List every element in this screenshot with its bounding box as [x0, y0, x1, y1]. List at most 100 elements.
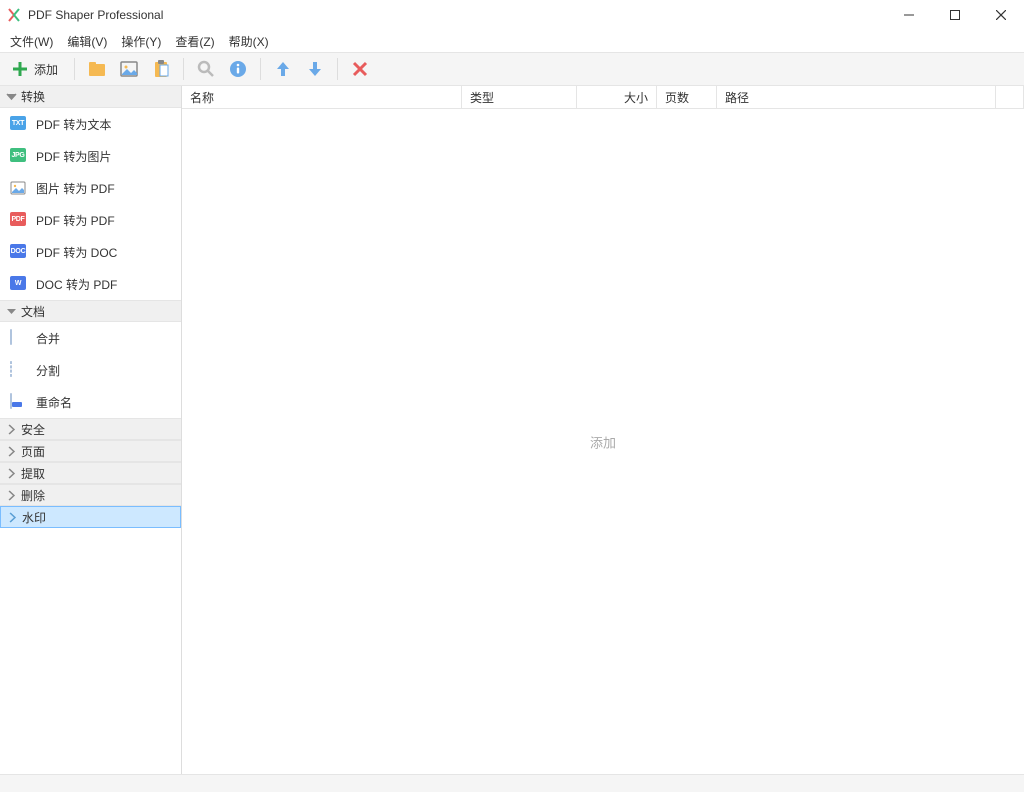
item-label: PDF 转为 PDF	[36, 212, 115, 229]
remove-button[interactable]	[346, 55, 374, 83]
clipboard-icon	[151, 59, 171, 79]
sidebar-item-pdf-to-doc[interactable]: DOC PDF 转为 DOC	[0, 236, 181, 268]
paste-button[interactable]	[147, 55, 175, 83]
item-label: PDF 转为图片	[36, 148, 111, 165]
separator	[337, 58, 338, 80]
menu-view[interactable]: 查看(Z)	[169, 31, 220, 52]
menu-action[interactable]: 操作(Y)	[115, 31, 167, 52]
word-icon: W	[10, 276, 26, 292]
search-icon	[196, 59, 216, 79]
add-button[interactable]: 添加	[6, 55, 66, 83]
column-pages[interactable]: 页数	[657, 86, 717, 108]
rename-icon	[10, 394, 26, 410]
status-bar	[0, 774, 1024, 792]
category-label: 转换	[21, 88, 45, 105]
category-document[interactable]: 文档	[0, 300, 181, 322]
item-label: PDF 转为 DOC	[36, 244, 117, 261]
main-area: 转换 TXT PDF 转为文本 JPG PDF 转为图片 图片 转为 PDF P…	[0, 86, 1024, 774]
add-label: 添加	[34, 61, 58, 78]
document-items: 合并 分割 重命名	[0, 322, 181, 418]
close-button[interactable]	[978, 0, 1024, 30]
folder-icon	[87, 59, 107, 79]
column-type[interactable]: 类型	[462, 86, 577, 108]
category-label: 提取	[21, 465, 45, 482]
chevron-right-icon	[6, 424, 17, 435]
page-icon	[10, 330, 26, 346]
column-path[interactable]: 路径	[717, 86, 996, 108]
category-label: 水印	[22, 509, 46, 526]
content-area: 名称 类型 大小 页数 路径 添加	[182, 86, 1024, 774]
category-page[interactable]: 页面	[0, 440, 181, 462]
pdf-icon: PDF	[10, 212, 26, 228]
move-down-button[interactable]	[301, 55, 329, 83]
item-label: 分割	[36, 362, 60, 379]
separator	[260, 58, 261, 80]
sidebar-item-rename[interactable]: 重命名	[0, 386, 181, 418]
sidebar-item-pdf-to-pdf[interactable]: PDF PDF 转为 PDF	[0, 204, 181, 236]
category-label: 安全	[21, 421, 45, 438]
arrow-down-icon	[305, 59, 325, 79]
sidebar-item-pdf-to-image[interactable]: JPG PDF 转为图片	[0, 140, 181, 172]
info-button[interactable]	[224, 55, 252, 83]
title-bar: PDF Shaper Professional	[0, 0, 1024, 30]
category-extract[interactable]: 提取	[0, 462, 181, 484]
category-label: 删除	[21, 487, 45, 504]
sidebar-item-merge[interactable]: 合并	[0, 322, 181, 354]
chevron-down-icon	[6, 306, 17, 317]
list-header: 名称 类型 大小 页数 路径	[182, 86, 1024, 109]
sidebar-item-pdf-to-text[interactable]: TXT PDF 转为文本	[0, 108, 181, 140]
window-title: PDF Shaper Professional	[28, 8, 886, 22]
item-label: 图片 转为 PDF	[36, 180, 115, 197]
column-size[interactable]: 大小	[577, 86, 657, 108]
chevron-right-icon	[6, 490, 17, 501]
x-icon	[350, 59, 370, 79]
maximize-button[interactable]	[932, 0, 978, 30]
menu-bar: 文件(W) 编辑(V) 操作(Y) 查看(Z) 帮助(X)	[0, 30, 1024, 52]
toolbar: 添加	[0, 52, 1024, 86]
item-label: 合并	[36, 330, 60, 347]
category-convert[interactable]: 转换	[0, 86, 181, 108]
image-file-icon	[10, 180, 26, 196]
chevron-down-icon	[6, 91, 17, 102]
doc-icon: DOC	[10, 244, 26, 260]
jpg-icon: JPG	[10, 148, 26, 164]
item-label: DOC 转为 PDF	[36, 276, 117, 293]
column-spacer	[996, 86, 1024, 108]
separator	[183, 58, 184, 80]
category-label: 文档	[21, 303, 45, 320]
menu-help[interactable]: 帮助(X)	[223, 31, 275, 52]
category-security[interactable]: 安全	[0, 418, 181, 440]
separator	[74, 58, 75, 80]
move-up-button[interactable]	[269, 55, 297, 83]
page-split-icon	[10, 362, 26, 378]
info-icon	[228, 59, 248, 79]
plus-icon	[10, 59, 30, 79]
image-icon	[119, 59, 139, 79]
sidebar: 转换 TXT PDF 转为文本 JPG PDF 转为图片 图片 转为 PDF P…	[0, 86, 182, 774]
app-icon	[6, 7, 22, 23]
category-delete[interactable]: 删除	[0, 484, 181, 506]
chevron-right-icon	[6, 468, 17, 479]
sidebar-item-split[interactable]: 分割	[0, 354, 181, 386]
sidebar-item-image-to-pdf[interactable]: 图片 转为 PDF	[0, 172, 181, 204]
chevron-right-icon	[7, 512, 18, 523]
item-label: 重命名	[36, 394, 72, 411]
import-image-button[interactable]	[115, 55, 143, 83]
minimize-button[interactable]	[886, 0, 932, 30]
category-label: 页面	[21, 443, 45, 460]
search-button[interactable]	[192, 55, 220, 83]
menu-file[interactable]: 文件(W)	[4, 31, 59, 52]
open-folder-button[interactable]	[83, 55, 111, 83]
chevron-right-icon	[6, 446, 17, 457]
file-drop-area[interactable]: 添加	[182, 109, 1024, 774]
sidebar-item-doc-to-pdf[interactable]: W DOC 转为 PDF	[0, 268, 181, 300]
category-watermark[interactable]: 水印	[0, 506, 181, 528]
window-controls	[886, 0, 1024, 30]
arrow-up-icon	[273, 59, 293, 79]
convert-items: TXT PDF 转为文本 JPG PDF 转为图片 图片 转为 PDF PDF …	[0, 108, 181, 300]
item-label: PDF 转为文本	[36, 116, 111, 133]
txt-icon: TXT	[10, 116, 26, 132]
empty-placeholder: 添加	[590, 432, 616, 451]
column-name[interactable]: 名称	[182, 86, 462, 108]
menu-edit[interactable]: 编辑(V)	[61, 31, 113, 52]
